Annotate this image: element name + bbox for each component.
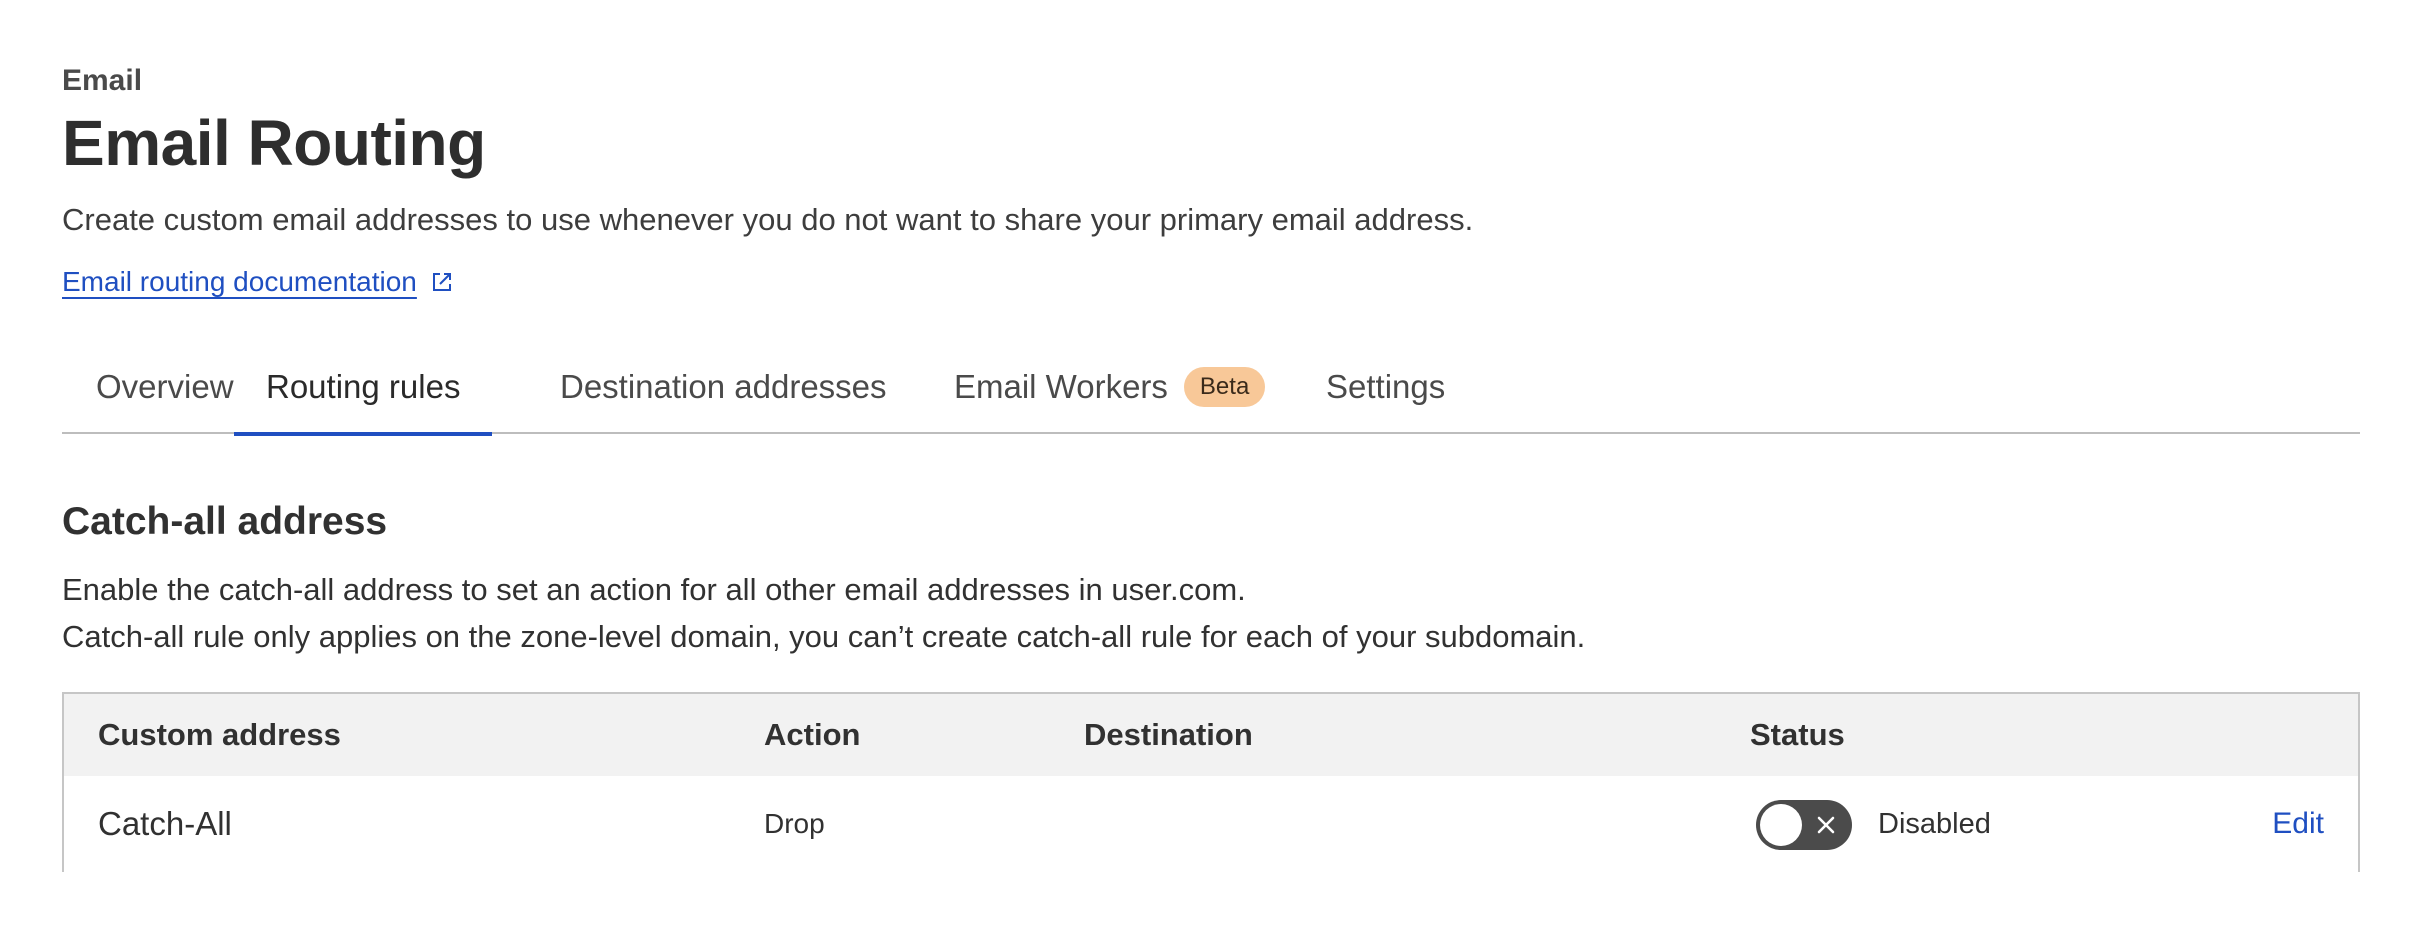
tab-bar: Overview Routing rules Destination addre… <box>62 340 2360 436</box>
catch-all-table: Custom address Action Destination Status… <box>62 692 2360 872</box>
page-title: Email Routing <box>62 107 486 179</box>
tab-overview-label: Overview <box>96 368 234 405</box>
documentation-link[interactable]: Email routing documentation <box>62 266 453 298</box>
column-header-status: Status <box>1750 717 1845 752</box>
column-header-custom-address: Custom address <box>98 717 341 752</box>
catch-all-toggle[interactable] <box>1756 800 1852 850</box>
documentation-link-label: Email routing documentation <box>62 266 417 297</box>
tab-routing-rules-label: Routing rules <box>266 368 461 405</box>
close-icon <box>1812 811 1840 839</box>
status-label: Disabled <box>1878 807 1991 840</box>
table-row: Catch-All Drop Disabled Edit <box>64 776 2358 872</box>
tab-settings-label: Settings <box>1326 368 1446 405</box>
section-description-line: Catch-all rule only applies on the zone-… <box>62 619 1586 654</box>
column-header-destination: Destination <box>1084 717 1253 752</box>
tab-overview[interactable]: Overview <box>96 340 234 434</box>
page-description: Create custom email addresses to use whe… <box>62 202 1474 237</box>
tab-email-workers-label: Email Workers <box>954 368 1168 405</box>
section-description-line: Enable the catch-all address to set an a… <box>62 572 1246 607</box>
section-title: Catch-all address <box>62 500 388 543</box>
tab-destination-addresses-label: Destination addresses <box>560 368 887 405</box>
tab-routing-rules[interactable]: Routing rules <box>234 340 493 436</box>
table-header: Custom address Action Destination Status <box>64 694 2358 776</box>
external-link-icon <box>431 271 453 293</box>
edit-link[interactable]: Edit <box>2272 776 2324 872</box>
tab-destination-addresses[interactable]: Destination addresses <box>560 340 887 434</box>
beta-badge: Beta <box>1183 367 1266 407</box>
cell-custom-address: Catch-All <box>98 805 232 842</box>
cell-action: Drop <box>764 808 825 839</box>
tab-settings[interactable]: Settings <box>1326 340 1445 434</box>
column-header-action: Action <box>764 717 861 752</box>
edit-link-label: Edit <box>2272 807 2324 840</box>
breadcrumb: Email <box>62 64 143 97</box>
toggle-knob <box>1760 804 1802 846</box>
tab-email-workers[interactable]: Email Workers Beta <box>954 340 1266 434</box>
